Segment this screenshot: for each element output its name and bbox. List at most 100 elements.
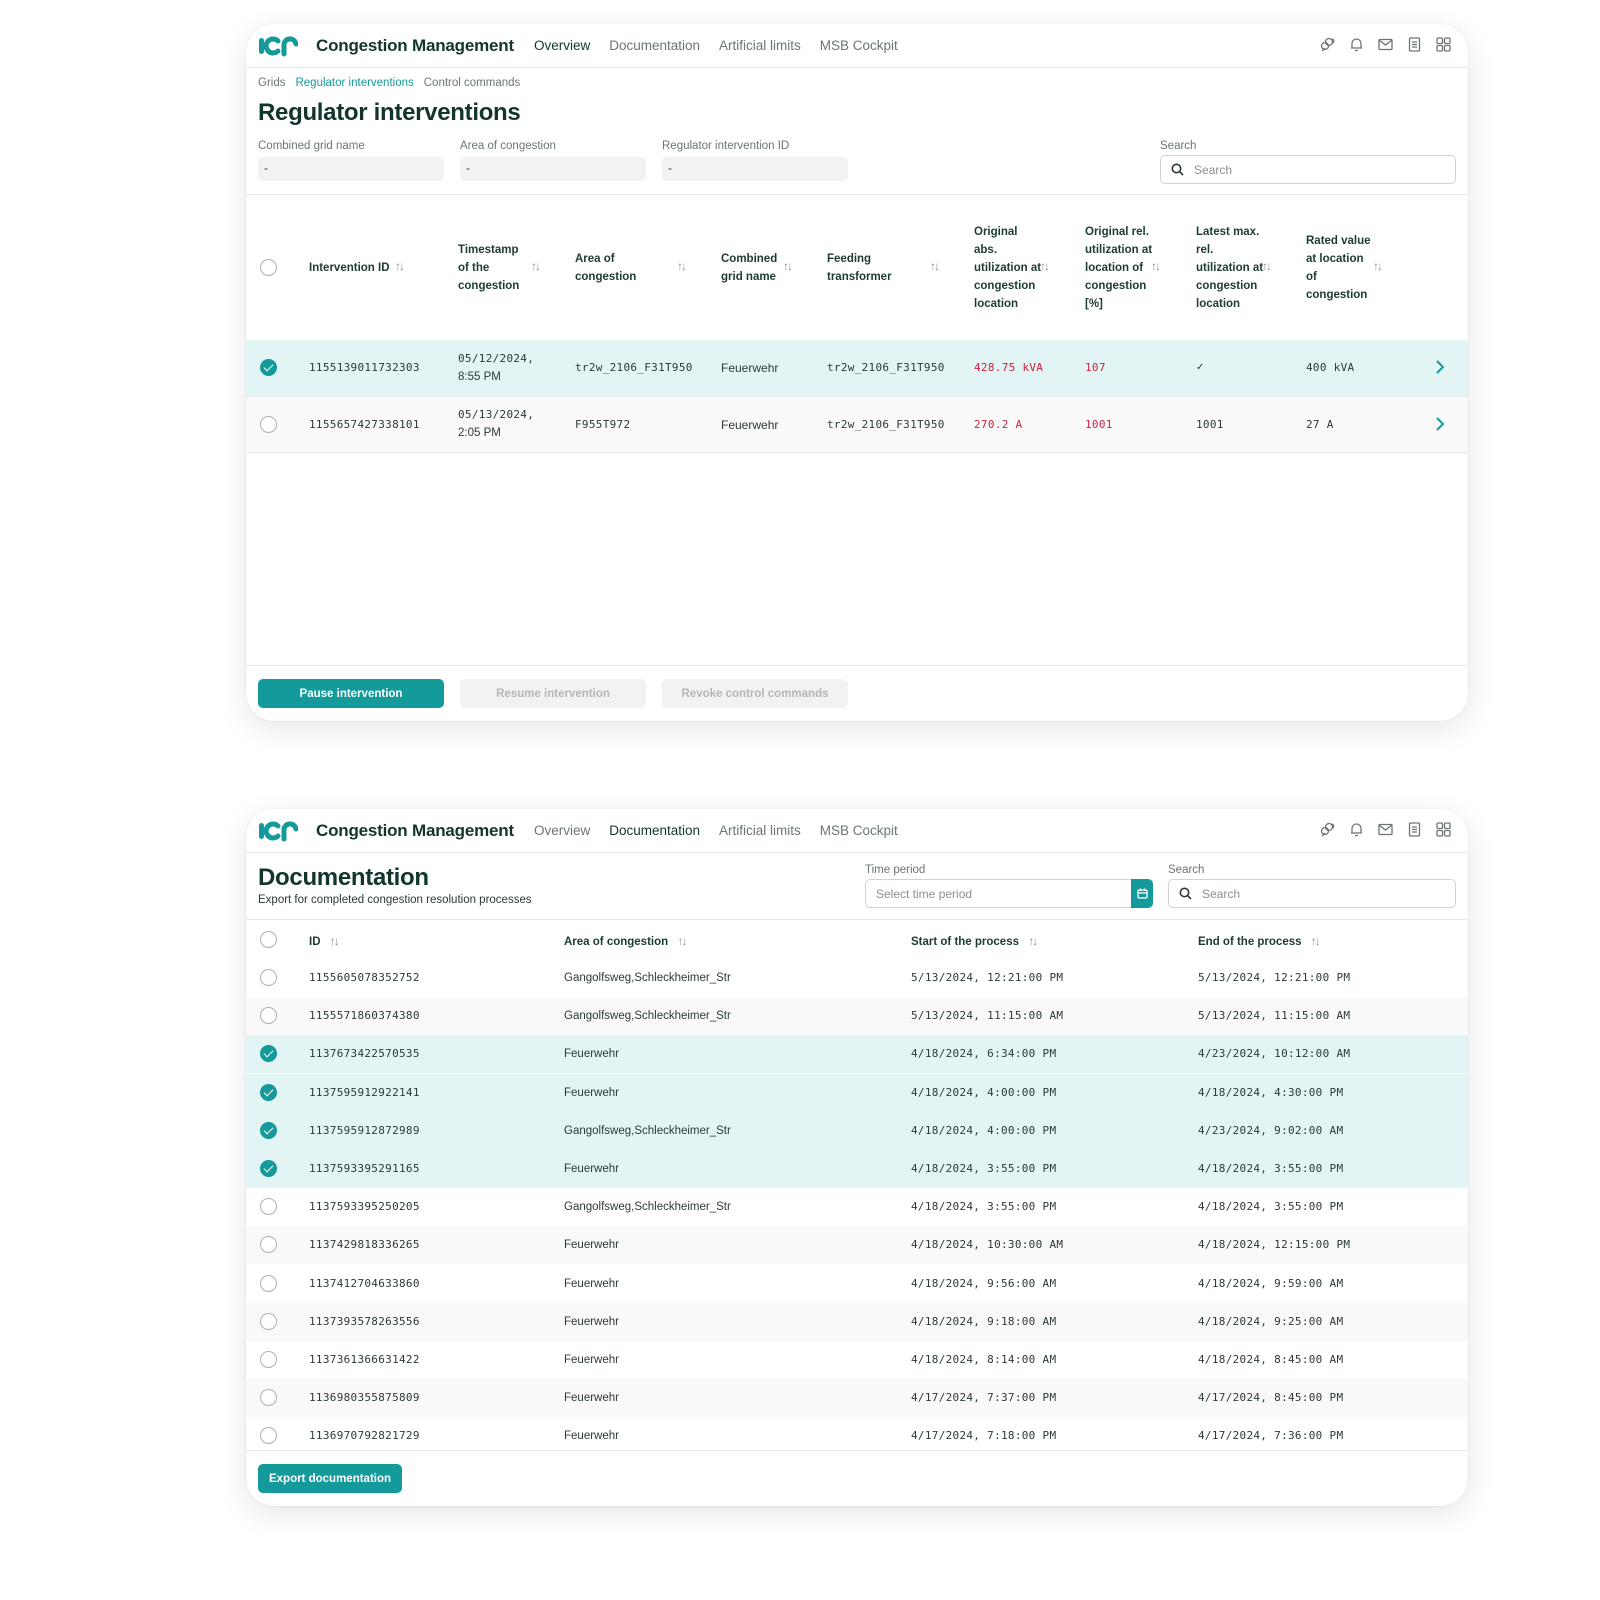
table-row[interactable]: 1137593395291165 Feuerwehr 4/18/2024, 3:55… <box>246 1150 1468 1188</box>
table-row[interactable]: 1155139011732303 05/12/2024, 8:55 PM tr2… <box>246 340 1468 396</box>
sort-icon[interactable]: ↑↓ <box>1151 259 1161 273</box>
column-header-intervention-id[interactable]: Intervention ID <box>309 196 399 340</box>
analytics-icon[interactable] <box>1319 821 1336 838</box>
start-of-process: 4/18/2024, 6:34:00 PM <box>911 1047 1057 1061</box>
sort-icon: ↑↓ <box>1028 934 1038 948</box>
chevron-right-icon[interactable] <box>1434 359 1446 375</box>
nav-artificial-limits[interactable]: Artificial limits <box>719 823 801 838</box>
column-header-area-of-congestion[interactable]: Area of congestion <box>575 196 649 340</box>
table-row[interactable]: 1137412704633860 Feuerwehr 4/18/2024, 9:56… <box>246 1265 1468 1303</box>
column-header-start-of-process[interactable]: Start of the process ↑↓ <box>911 932 1038 951</box>
regulator-intervention-id-input[interactable]: - <box>662 157 848 181</box>
end-of-process: 4/18/2024, 9:59:00 AM <box>1198 1276 1344 1290</box>
original-abs-utilization: 270.2 A <box>974 418 1023 431</box>
row-checkbox[interactable] <box>260 1274 277 1292</box>
row-checkbox[interactable] <box>260 1121 277 1139</box>
sort-icon[interactable]: ↑↓ <box>1373 259 1383 273</box>
search-placeholder: Search <box>1202 886 1241 901</box>
revoke-control-commands-button[interactable]: Revoke control commands <box>662 679 848 708</box>
column-header-area-of-congestion[interactable]: Area of congestion ↑↓ <box>564 932 687 951</box>
analytics-icon[interactable] <box>1319 36 1336 53</box>
row-checkbox[interactable] <box>260 1198 277 1216</box>
table-row[interactable]: 1155605078352752 Gangolfsweg,Schleckheime… <box>246 959 1468 997</box>
row-checkbox[interactable] <box>260 1236 277 1254</box>
search-input[interactable]: Search <box>1168 879 1456 908</box>
column-header-id[interactable]: ID ↑↓ <box>309 932 340 951</box>
export-documentation-button[interactable]: Export documentation <box>258 1464 402 1493</box>
bell-icon[interactable] <box>1348 821 1365 838</box>
table-row[interactable]: 1155571860374380 Gangolfsweg,Schleckheime… <box>246 997 1468 1036</box>
chevron-right-icon[interactable] <box>1434 416 1446 432</box>
grid-icon[interactable] <box>1435 821 1452 838</box>
row-checkbox[interactable] <box>260 1312 277 1330</box>
time-period-field: Time period Select time period <box>865 864 1153 908</box>
row-checkbox[interactable] <box>260 416 277 433</box>
column-header-feeding-transformer[interactable]: Feeding transformer <box>827 196 907 340</box>
pause-intervention-button[interactable]: Pause intervention <box>258 679 444 708</box>
table-row[interactable]: 1137429818336265 Feuerwehr 4/18/2024, 10:3… <box>246 1226 1468 1265</box>
row-checkbox[interactable] <box>260 1389 277 1407</box>
document-icon[interactable] <box>1406 821 1423 838</box>
nav-overview[interactable]: Overview <box>534 823 590 838</box>
calendar-icon[interactable] <box>1131 879 1153 908</box>
end-of-process: 4/18/2024, 9:25:00 AM <box>1198 1314 1344 1328</box>
column-header-latest-max-rel-utilization[interactable]: Latest max. rel. utilization at congesti… <box>1196 196 1264 340</box>
breadcrumb-control-commands[interactable]: Control commands <box>424 77 521 89</box>
table-row[interactable]: 1137673422570535 Feuerwehr 4/18/2024, 6:34… <box>246 1035 1468 1074</box>
end-of-process: 4/18/2024, 12:15:00 PM <box>1198 1238 1351 1252</box>
mail-icon[interactable] <box>1377 36 1394 53</box>
column-header-end-of-process[interactable]: End of the process ↑↓ <box>1198 932 1321 951</box>
table-row[interactable]: 1137593395250205 Gangolfsweg,Schleckheime… <box>246 1188 1468 1226</box>
nav-msb-cockpit[interactable]: MSB Cockpit <box>820 823 898 838</box>
resume-intervention-button[interactable]: Resume intervention <box>460 679 646 708</box>
column-header-original-abs-utilization[interactable]: Original abs. utilization at congestion … <box>974 196 1042 340</box>
nav-overview[interactable]: Overview <box>534 38 590 53</box>
row-checkbox[interactable] <box>260 1045 277 1063</box>
column-header-combined-grid-name[interactable]: Combined grid name <box>721 196 783 340</box>
row-checkbox[interactable] <box>260 1007 277 1025</box>
sort-icon[interactable]: ↑↓ <box>395 259 405 273</box>
nav-documentation[interactable]: Documentation <box>609 823 700 838</box>
sort-icon[interactable]: ↑↓ <box>677 259 687 273</box>
column-header-rated-value[interactable]: Rated value at location of congestion <box>1306 196 1372 340</box>
breadcrumb-regulator-interventions[interactable]: Regulator interventions <box>295 77 413 89</box>
table-row[interactable]: 1137595912922141 Feuerwehr 4/18/2024, 4:00… <box>246 1073 1468 1112</box>
breadcrumb-grids[interactable]: Grids <box>258 77 285 89</box>
select-all-checkbox[interactable] <box>260 931 277 948</box>
nav-artificial-limits[interactable]: Artificial limits <box>719 38 801 53</box>
row-checkbox[interactable] <box>260 1083 277 1101</box>
combined-grid-name-input[interactable]: - <box>258 157 444 181</box>
sort-icon[interactable]: ↑↓ <box>1040 259 1050 273</box>
column-header-timestamp[interactable]: Timestamp of the congestion <box>458 196 530 340</box>
area-of-congestion: F955T972 <box>575 418 631 431</box>
row-checkbox[interactable] <box>260 359 277 376</box>
sort-icon[interactable]: ↑↓ <box>531 259 541 273</box>
time-period-input[interactable]: Select time period <box>865 879 1153 908</box>
row-checkbox[interactable] <box>260 969 277 986</box>
logo-icon <box>258 820 298 842</box>
row-checkbox[interactable] <box>260 1427 277 1445</box>
nav-documentation[interactable]: Documentation <box>609 38 700 53</box>
table-row[interactable]: 1137361366631422 Feuerwehr 4/18/2024, 8:14… <box>246 1341 1468 1379</box>
sort-icon[interactable]: ↑↓ <box>1262 259 1272 273</box>
row-checkbox[interactable] <box>260 1351 277 1368</box>
sort-icon[interactable]: ↑↓ <box>783 259 793 273</box>
table-row[interactable]: 1136980355875809 Feuerwehr 4/17/2024, 7:37… <box>246 1379 1468 1418</box>
logo-icon <box>258 35 298 57</box>
select-all-checkbox[interactable] <box>260 259 277 276</box>
document-icon[interactable] <box>1406 36 1423 53</box>
nav-msb-cockpit[interactable]: MSB Cockpit <box>820 38 898 53</box>
table-row[interactable]: 1137595912872989 Gangolfsweg,Schleckheime… <box>246 1111 1468 1150</box>
bell-icon[interactable] <box>1348 36 1365 53</box>
search-input[interactable]: Search <box>1160 155 1456 184</box>
grid-icon[interactable] <box>1435 36 1452 53</box>
area-of-congestion: Feuerwehr <box>564 1277 619 1290</box>
area-of-congestion-input[interactable]: - <box>460 157 646 181</box>
row-checkbox[interactable] <box>260 1160 277 1177</box>
table-row[interactable]: 1137393578263556 Feuerwehr 4/18/2024, 9:18… <box>246 1302 1468 1341</box>
sort-icon[interactable]: ↑↓ <box>930 259 940 273</box>
mail-icon[interactable] <box>1377 821 1394 838</box>
table-row[interactable]: 1155657427338101 05/13/2024, 2:05 PM F95… <box>246 397 1468 453</box>
column-header-original-rel-utilization[interactable]: Original rel. utilization at location of… <box>1085 196 1153 340</box>
search-icon <box>1179 887 1192 900</box>
